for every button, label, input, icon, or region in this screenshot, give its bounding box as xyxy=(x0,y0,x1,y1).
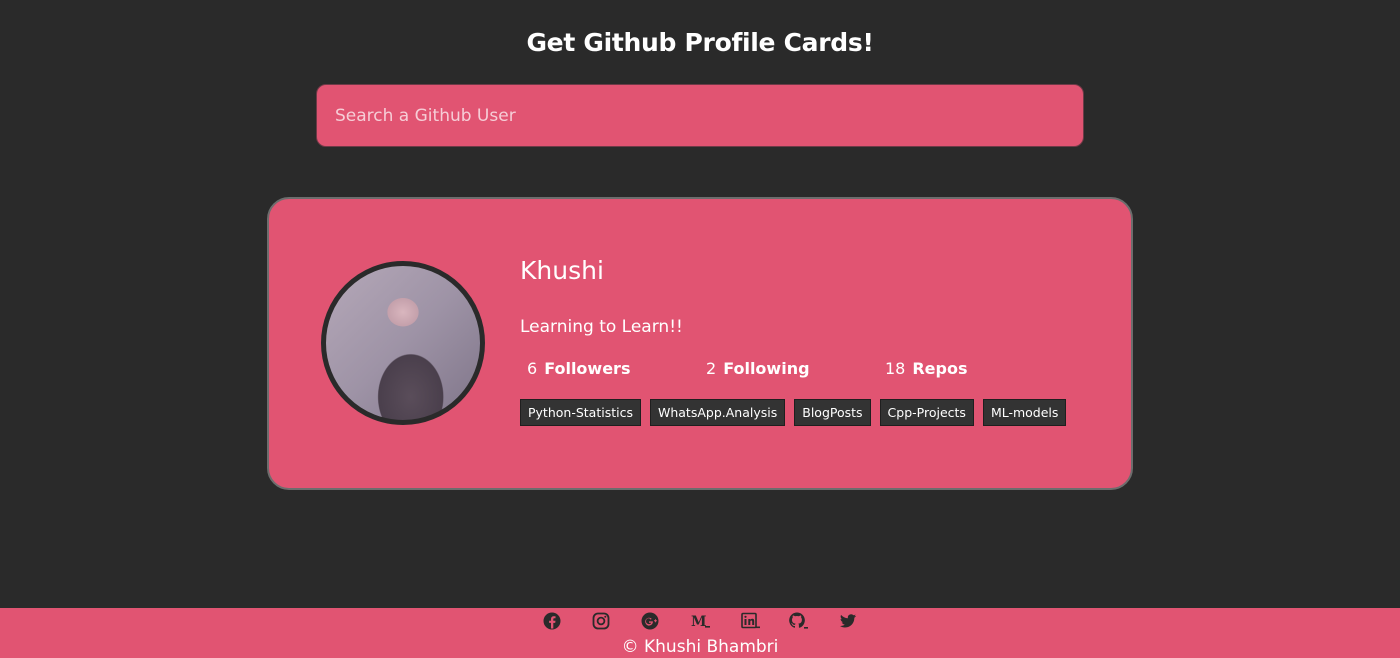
facebook-icon[interactable] xyxy=(541,610,563,632)
page-title: Get Github Profile Cards! xyxy=(526,28,874,57)
linkedin-icon[interactable] xyxy=(739,610,761,632)
google-plus-icon[interactable] xyxy=(639,610,661,632)
footer: M © Khushi Bhambri xyxy=(0,608,1400,658)
repos-label: Repos xyxy=(912,359,968,378)
search-input[interactable] xyxy=(316,84,1084,147)
repo-link[interactable]: ML-models xyxy=(982,399,1067,426)
profile-bio: Learning to Learn!! xyxy=(520,317,683,337)
profile-card: Khushi Learning to Learn!! 6 Followers 2F… xyxy=(267,197,1133,490)
social-links: M xyxy=(0,610,1400,632)
repo-link[interactable]: WhatsApp.Analysis xyxy=(649,399,786,426)
repo-link[interactable]: Python-Statistics xyxy=(520,399,641,426)
following-label: Following xyxy=(723,359,810,378)
repos-count: 18 xyxy=(885,359,906,378)
avatar xyxy=(321,261,485,425)
profile-stats: 6 Followers 2 Following 18 Repos xyxy=(527,357,1087,381)
repo-link[interactable]: BlogPosts xyxy=(794,399,871,426)
followers-label: Followers xyxy=(544,359,631,378)
instagram-icon[interactable] xyxy=(590,610,612,632)
twitter-icon[interactable] xyxy=(837,610,859,632)
profile-name: Khushi xyxy=(520,256,604,285)
svg-text:M: M xyxy=(691,614,707,630)
followers-count: 6 xyxy=(527,359,538,378)
following-count: 2 xyxy=(706,359,717,378)
github-icon[interactable] xyxy=(787,610,809,632)
copyright-text: © Khushi Bhambri xyxy=(621,637,779,657)
following-stat: 2 Following xyxy=(706,357,810,381)
repo-list: Python-Statistics WhatsApp.Analysis Blog… xyxy=(520,399,1120,427)
followers-stat: 6 Followers xyxy=(527,357,630,381)
repo-link[interactable]: Cpp-Projects xyxy=(879,399,974,426)
repos-stat: 18 Repos xyxy=(885,357,968,381)
medium-icon[interactable]: M xyxy=(689,610,711,632)
